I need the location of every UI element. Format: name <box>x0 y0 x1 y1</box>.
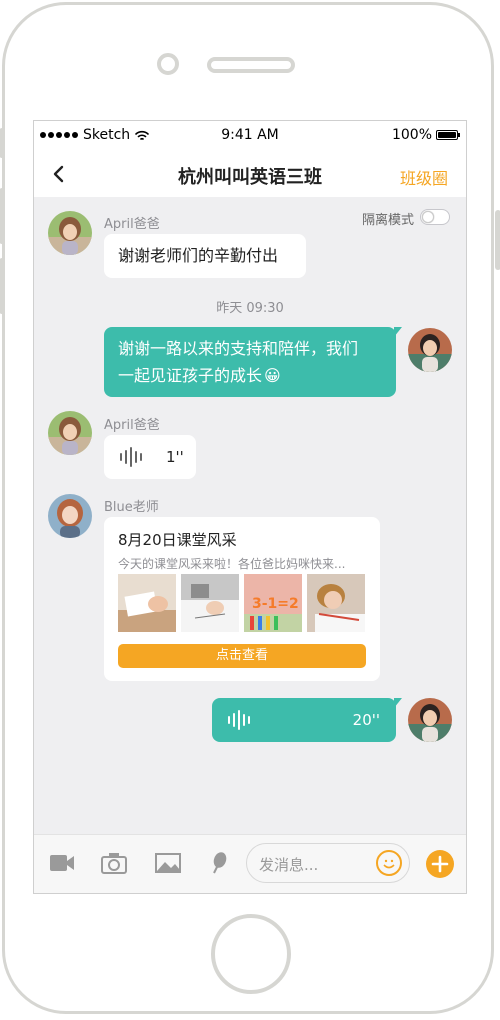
earpiece-speaker <box>207 57 295 73</box>
navigation-bar: 杭州叫叫英语三班 班级圈 <box>34 151 466 197</box>
message-text-line1: 谢谢一路以来的支持和陪伴，我们 <box>118 339 359 358</box>
camera-icon[interactable] <box>100 851 128 875</box>
message-text: 谢谢老师们的辛勤付出 <box>118 246 279 265</box>
microphone-icon[interactable] <box>206 851 234 875</box>
status-bar: Sketch 9:41 AM 100% <box>34 121 466 151</box>
voice-wave-icon <box>120 447 142 467</box>
card-thumbnail[interactable] <box>307 574 365 632</box>
mute-switch <box>0 128 5 158</box>
plus-icon[interactable] <box>426 850 454 878</box>
power-button <box>495 210 500 270</box>
screen: Sketch 9:41 AM 100% 杭州叫叫英语三班 班级圈 隔离模式 Ap… <box>33 120 467 894</box>
voice-wave-icon <box>228 710 250 730</box>
avatar-blue-teacher[interactable] <box>48 494 92 538</box>
image-icon[interactable] <box>154 851 182 875</box>
message-timestamp: 昨天 09:30 <box>216 301 284 316</box>
grinning-emoji: 😀 <box>264 366 281 385</box>
volume-up-button <box>0 188 5 244</box>
sender-name: April爸爸 <box>104 418 160 433</box>
volume-down-button <box>0 258 5 314</box>
battery-label: 100% <box>391 127 432 143</box>
front-camera <box>157 53 179 75</box>
class-circle-link[interactable]: 班级圈 <box>400 165 448 189</box>
message-text-line2: 一起见证孩子的成长 <box>118 366 263 385</box>
voice-message-bubble-outgoing[interactable]: 20'' <box>212 698 402 742</box>
voice-duration: 1'' <box>166 448 184 466</box>
sender-name: April爸爸 <box>104 217 160 232</box>
sender-name: Blue老师 <box>104 500 159 515</box>
voice-duration: 20'' <box>352 711 380 729</box>
message-bubble[interactable]: 谢谢老师们的辛勤付出 <box>104 234 306 278</box>
video-icon[interactable] <box>48 851 76 875</box>
card-title: 8月20日课堂风采 <box>118 531 237 549</box>
class-moment-card[interactable]: 8月20日课堂风采 今天的课堂风采来啦！各位爸比妈咪快来... 3-1=2 点击… <box>104 517 380 681</box>
message-bubble-outgoing[interactable]: 谢谢一路以来的支持和陪伴，我们 一起见证孩子的成长 😀 <box>104 327 402 397</box>
avatar-april-dad[interactable] <box>48 411 92 455</box>
isolation-mode-toggle[interactable] <box>420 209 450 225</box>
view-details-button[interactable]: 点击查看 <box>118 644 366 668</box>
home-button[interactable] <box>211 914 291 994</box>
input-toolbar: 发消息... <box>34 834 466 893</box>
battery-icon <box>436 130 460 140</box>
avatar-self[interactable] <box>408 698 452 742</box>
card-thumbnail[interactable] <box>181 574 239 632</box>
avatar-april-dad[interactable] <box>48 211 92 255</box>
card-thumbnail[interactable] <box>118 574 176 632</box>
avatar-self[interactable] <box>408 328 452 372</box>
isolation-mode-label: 隔离模式 <box>362 213 415 228</box>
input-placeholder: 发消息... <box>259 856 319 874</box>
card-thumbnail[interactable]: 3-1=2 <box>244 574 302 632</box>
message-input[interactable]: 发消息... <box>246 843 410 883</box>
voice-message-bubble[interactable]: 1'' <box>104 435 196 479</box>
svg-text:3-1=2: 3-1=2 <box>252 596 299 612</box>
emoji-icon[interactable] <box>376 850 402 876</box>
